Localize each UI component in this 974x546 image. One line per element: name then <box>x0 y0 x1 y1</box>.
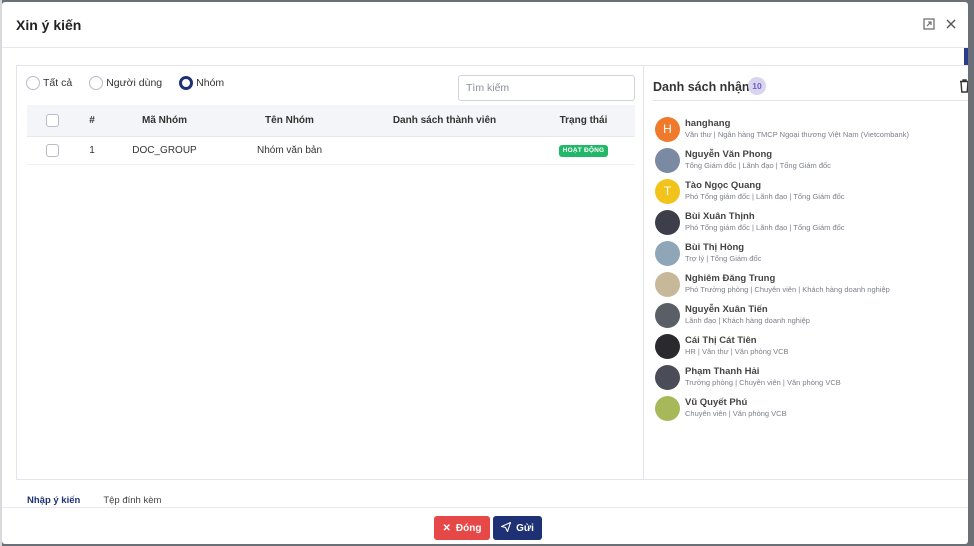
groups-table: # Mã Nhóm Tên Nhóm Danh sách thành viên … <box>27 105 635 165</box>
radio-circle <box>89 76 104 90</box>
recipient-description: Trưởng phòng | Chuyên viên | Văn phòng V… <box>685 378 841 387</box>
x-icon: ✕ <box>442 522 451 534</box>
recipient-name: Nguyễn Văn Phong <box>685 149 773 160</box>
recipient-name: Nghiêm Đăng Trung <box>685 273 776 284</box>
header-members: Danh sách thành viên <box>392 115 497 126</box>
recipient-name: Phạm Thanh Hải <box>685 366 760 377</box>
avatar <box>655 241 680 266</box>
row-num: 1 <box>89 145 95 156</box>
recipient-name: hanghang <box>685 118 731 129</box>
header-num: # <box>89 115 95 126</box>
recipient-item[interactable]: Bùi Xuân Thịnh Phó Tổng giám đốc | Lãnh đ… <box>655 209 968 240</box>
send-button[interactable]: Gửi <box>493 516 542 540</box>
tab-attachments[interactable]: Tệp đính kèm <box>103 495 161 506</box>
modal-footer: ✕ Đóng Gửi <box>2 507 968 544</box>
radio-circle-selected <box>179 76 194 90</box>
status-badge: HOẠT ĐỘNG <box>558 144 609 157</box>
recipient-description: Chuyên viên | Văn phòng VCB <box>685 409 787 418</box>
table-header: # Mã Nhóm Tên Nhóm Danh sách thành viên … <box>27 105 635 137</box>
send-icon <box>501 521 512 535</box>
row-name: Nhóm văn bản <box>256 145 323 156</box>
header-name: Tên Nhóm <box>265 115 314 126</box>
header-check-cell <box>27 114 77 127</box>
recipient-description: Phó Tổng giám đốc | Lãnh đạo | Tổng Giám… <box>685 223 845 232</box>
recipient-item[interactable]: Vũ Quyết Phú Chuyên viên | Văn phòng VCB <box>655 395 968 426</box>
radio-groups[interactable]: Nhóm <box>179 76 224 90</box>
recipient-description: Văn thư | Ngân hàng TMCP Ngoại thương Vi… <box>685 130 909 139</box>
recipient-item[interactable]: Nguyễn Xuân Tiến Lãnh đạo | Khách hàng do… <box>655 302 968 333</box>
recipient-item[interactable]: Cái Thị Cát Tiên HR | Văn thư | Văn phòng… <box>655 333 968 364</box>
modal-title: Xin ý kiến <box>16 17 82 33</box>
expand-icon[interactable] <box>923 18 935 30</box>
opinion-modal: Xin ý kiến Tất cả Người dùng Nhóm Tìm ki… <box>2 2 968 544</box>
recipients-list: Hhanghang Văn thư | Ngân hàng TMCP Ngoại … <box>655 116 968 426</box>
avatar <box>655 148 680 173</box>
avatar <box>655 334 680 359</box>
recipients-header: Danh sách nhận 10 <box>653 75 968 101</box>
close-button-label: Đóng <box>455 522 482 534</box>
send-button-label: Gửi <box>516 522 534 534</box>
recipient-item[interactable]: Phạm Thanh Hải Trưởng phòng | Chuyên viên… <box>655 364 968 395</box>
table-row[interactable]: 1 DOC_GROUP Nhóm văn bản HOẠT ĐỘNG <box>27 137 635 165</box>
row-code: DOC_GROUP <box>132 145 197 156</box>
radio-users[interactable]: Người dùng <box>89 76 162 90</box>
recipient-name: Tào Ngọc Quang <box>685 180 761 191</box>
avatar <box>655 303 680 328</box>
recipient-description: HR | Văn thư | Văn phòng VCB <box>685 347 789 356</box>
recipient-item[interactable]: Bùi Thị Hòng Trợ lý | Tổng Giám đốc <box>655 240 968 271</box>
header-code: Mã Nhóm <box>142 115 187 126</box>
recipient-item[interactable]: T Tào Ngọc Quang Phó Tổng giám đốc | Lãnh … <box>655 178 968 209</box>
recipient-name: Bùi Xuân Thịnh <box>685 211 755 222</box>
recipient-name: Cái Thị Cát Tiên <box>685 335 757 346</box>
avatar <box>655 272 680 297</box>
recipient-item[interactable]: Nguyễn Văn Phong Tổng Giám đốc | Lãnh đạo… <box>655 147 968 178</box>
row-check-cell <box>27 144 77 157</box>
recipient-description: Phó Trưởng phòng | Chuyên viên | Khách h… <box>685 285 890 294</box>
recipients-panel: Danh sách nhận 10 Hhanghang Văn thư | Ngâ… <box>643 65 968 480</box>
radio-label: Nhóm <box>196 77 225 89</box>
recipient-description: Lãnh đạo | Khách hàng doanh nghiệp <box>685 316 810 325</box>
recipient-item[interactable]: Hhanghang Văn thư | Ngân hàng TMCP Ngoại … <box>655 116 968 147</box>
tab-opinion[interactable]: Nhập ý kiến <box>27 495 80 506</box>
recipient-description: Trợ lý | Tổng Giám đốc <box>685 254 762 263</box>
recipient-item[interactable]: Nghiêm Đăng Trung Phó Trưởng phòng | Chuy… <box>655 271 968 302</box>
radio-circle <box>26 76 40 90</box>
recipient-description: Phó Tổng giám đốc | Lãnh đạo | Tổng Giám… <box>685 192 845 201</box>
close-icon[interactable] <box>945 18 957 30</box>
search-input[interactable] <box>458 75 635 101</box>
recipient-description: Tổng Giám đốc | Lãnh đạo | Tổng Giám đốc <box>685 161 831 170</box>
avatar: H <box>655 117 680 142</box>
bottom-tabs: Nhập ý kiến Tệp đính kèm <box>27 495 184 506</box>
group-selection-panel: Tất cả Người dùng Nhóm # Mã Nhóm Tên Nhó… <box>16 65 643 480</box>
radio-label: Tất cả <box>43 77 73 89</box>
recipients-count-badge: 10 <box>748 77 766 95</box>
avatar <box>655 396 680 421</box>
recipient-name: Nguyễn Xuân Tiến <box>685 304 768 315</box>
radio-label: Người dùng <box>106 77 163 89</box>
filter-radio-group: Tất cả Người dùng Nhóm <box>26 75 241 91</box>
row-checkbox[interactable] <box>45 144 59 157</box>
avatar <box>655 365 680 390</box>
recipient-name: Bùi Thị Hòng <box>685 242 745 253</box>
row-status-cell: HOẠT ĐỘNG <box>532 144 635 157</box>
radio-all[interactable]: Tất cả <box>26 76 72 90</box>
modal-header: Xin ý kiến <box>2 2 968 48</box>
recipient-name: Vũ Quyết Phú <box>685 397 748 408</box>
clear-list-icon[interactable] <box>959 79 968 93</box>
recipients-title: Danh sách nhận <box>653 80 750 94</box>
header-status: Trạng thái <box>559 115 608 126</box>
avatar <box>655 210 680 235</box>
select-all-checkbox[interactable] <box>45 114 59 127</box>
close-button[interactable]: ✕ Đóng <box>434 516 490 540</box>
avatar: T <box>655 179 680 204</box>
